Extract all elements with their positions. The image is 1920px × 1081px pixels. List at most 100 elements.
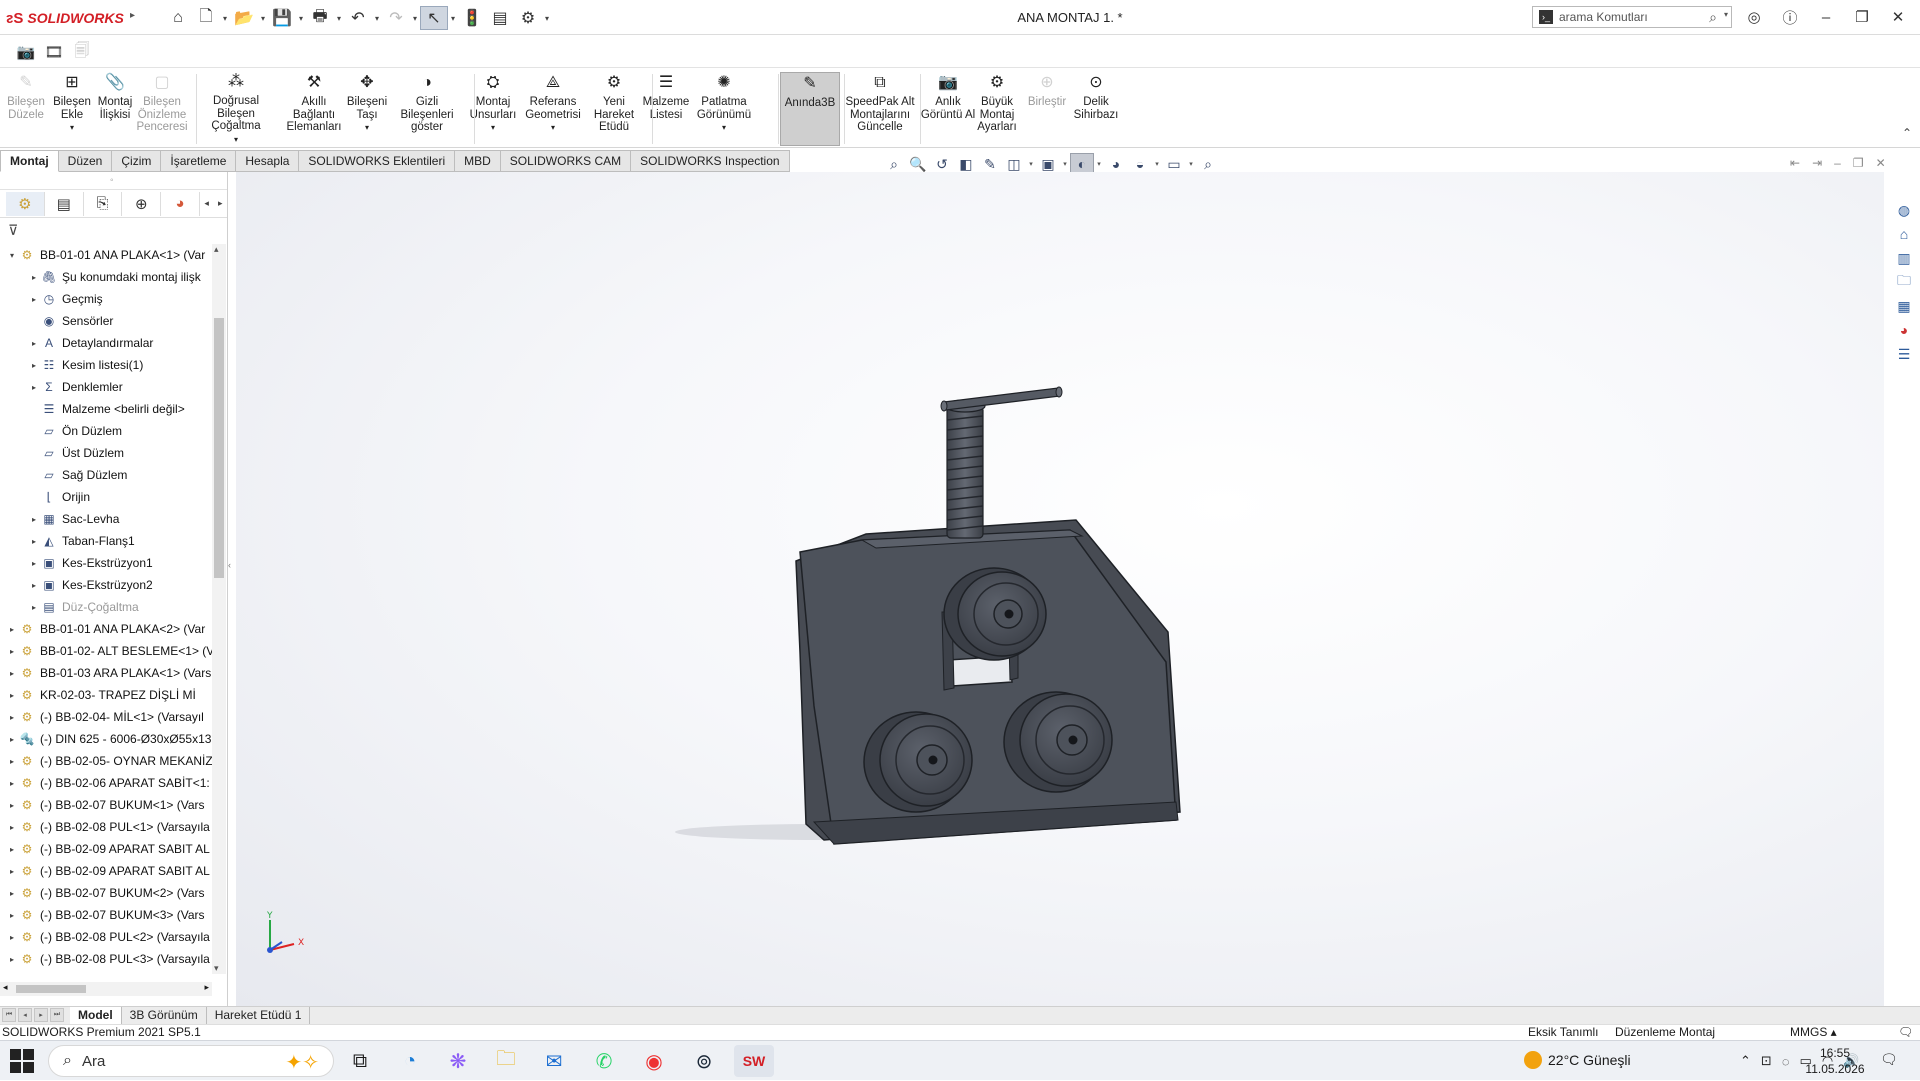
collapse-arrow-icon[interactable]: ▾ [6, 251, 18, 260]
ribbon-dropdown-icon[interactable]: ▾ [491, 122, 495, 135]
split-left-icon[interactable]: ⇤ [1790, 156, 1800, 172]
ribbon-snapshot-button[interactable]: 📷 Anlık Görüntü Al [920, 72, 976, 146]
ribbon-speedpak-button[interactable]: ⧉ SpeedPak Alt Montajlarını Güncelle [844, 72, 916, 146]
viewport-restore-icon[interactable]: ❐ [1853, 156, 1864, 172]
expand-arrow-icon[interactable]: ▸ [28, 581, 40, 590]
tree-item[interactable]: ▸ ⚙ (-) BB-02-09 APARAT SABIT AL [0, 838, 212, 860]
tree-item[interactable]: ▸ ▣ Kes-Ekstrüzyon1 [0, 552, 212, 574]
scroll-right-icon[interactable]: ▸ [204, 982, 209, 993]
tree-item[interactable]: ▸ 🔩 (-) DIN 625 - 6006-Ø30xØ55x13 [0, 728, 212, 750]
dimxpert-tab-icon[interactable]: ⊕ [122, 191, 162, 216]
chrome-icon[interactable]: ◉ [634, 1045, 674, 1077]
ribbon-combine-button[interactable]: ⊕ Birleştir [1026, 72, 1068, 146]
tab-3[interactable]: İşaretleme [161, 150, 237, 172]
expand-arrow-icon[interactable]: ▸ [28, 603, 40, 612]
first-tab-icon[interactable]: ⏮ [2, 1007, 16, 1022]
tab-7[interactable]: SOLIDWORKS CAM [500, 150, 632, 172]
capture-icon[interactable]: 🎞 [42, 41, 66, 63]
ribbon-dropdown-icon[interactable]: ▾ [722, 122, 726, 135]
ribbon-show-hidden-button[interactable]: ◑ Gizli Bileşenleri göster [400, 72, 453, 146]
steam-icon[interactable]: ⊚ [684, 1045, 724, 1077]
solidworks-app-icon[interactable]: SW [734, 1045, 774, 1077]
units-selector[interactable]: MMGS ▴ [1790, 1025, 1837, 1040]
tab-8[interactable]: SOLIDWORKS Inspection [631, 150, 790, 172]
tree-item[interactable]: ▸ ☷ Kesim listesi(1) [0, 354, 212, 376]
tree-item[interactable]: ▱ Ön Düzlem [0, 420, 212, 442]
tab-5[interactable]: SOLIDWORKS Eklentileri [299, 150, 456, 172]
expand-arrow-icon[interactable]: ▸ [28, 295, 40, 304]
tree-item[interactable]: ▸ ⚙ (-) BB-02-07 BUKUM<1> (Vars [0, 794, 212, 816]
ribbon-assembly-features-button[interactable]: ⛭ Montaj Unsurları ▾ [468, 72, 518, 146]
expand-arrow-icon[interactable]: ▸ [6, 867, 18, 876]
feature-manager-tab-icon[interactable]: ⚙ [6, 191, 45, 216]
tree-item[interactable]: ▸ ▣ Kes-Ekstrüzyon2 [0, 574, 212, 596]
expand-arrow-icon[interactable]: ▸ [28, 361, 40, 370]
tab-1[interactable]: Düzen [58, 150, 113, 172]
model-tab-1[interactable]: 3B Görünüm [122, 1006, 207, 1025]
viewport-close-icon[interactable]: ✕ [1876, 156, 1886, 172]
configuration-manager-tab-icon[interactable]: ⎘ [84, 191, 123, 216]
expand-arrow-icon[interactable]: ▸ [28, 273, 40, 282]
tree-item[interactable]: ▸ ⚙ (-) BB-02-08 PUL<3> (Varsayıla [0, 948, 212, 970]
view-palette-icon[interactable]: ▦ [1892, 296, 1916, 316]
file-explorer-icon[interactable]: ▥ [1892, 248, 1916, 268]
design-library-icon[interactable]: ⌂ [1892, 224, 1916, 244]
graphics-area[interactable]: Y X [236, 172, 1884, 1006]
expand-arrow-icon[interactable]: ▸ [6, 911, 18, 920]
expand-arrow-icon[interactable]: ▸ [6, 779, 18, 788]
close-icon[interactable]: ✕ [1884, 4, 1912, 30]
expand-arrow-icon[interactable]: ▸ [28, 537, 40, 546]
tree-item[interactable]: ▸🔩(-) DIN 933 M8 x 35<1> (DIN 9 [0, 970, 212, 974]
tree-item[interactable]: ▸ ▦ Sac-Levha [0, 508, 212, 530]
tree-item[interactable]: ▸ ⚙ (-) BB-02-08 PUL<2> (Varsayıla [0, 926, 212, 948]
tabs-left-arrow-icon[interactable]: ◂ [200, 198, 214, 209]
tree-item[interactable]: ▸ A Detaylandırmalar [0, 332, 212, 354]
tree-item[interactable]: ▸ ⚙ (-) BB-02-09 APARAT SABIT AL [0, 860, 212, 882]
folder-icon[interactable]: 🗀 [1892, 272, 1916, 292]
tree-item[interactable]: ▸ ◭ Taban-Flanş1 [0, 530, 212, 552]
tree-item[interactable]: ▸ ⚙ BB-01-02- ALT BESLEME<1> (V [0, 640, 212, 662]
help-icon[interactable]: ⓘ [1776, 4, 1804, 30]
search-icon[interactable]: ⌕ [1709, 9, 1717, 26]
tree-item[interactable]: ▸ Σ Denklemler [0, 376, 212, 398]
expand-arrow-icon[interactable]: ▸ [6, 647, 18, 656]
tree-item[interactable]: ▸ ⚙ BB-01-03 ARA PLAKA<1> (Vars [0, 662, 212, 684]
expand-arrow-icon[interactable]: ▸ [6, 801, 18, 810]
ribbon-dropdown-icon[interactable]: ▾ [365, 122, 369, 135]
tree-item[interactable]: ▾ ⚙ BB-01-01 ANA PLAKA<1> (Var [0, 244, 212, 266]
viewport-minimize-icon[interactable]: – [1834, 156, 1841, 172]
next-tab-icon[interactable]: ▸ [34, 1007, 48, 1022]
tree-item[interactable]: ▱ Üst Düzlem [0, 442, 212, 464]
scroll-up-icon[interactable]: ▴ [214, 244, 219, 255]
ribbon-edit-component-button[interactable]: ✎ Bileşen Düzele [4, 72, 48, 146]
ribbon-smart-fasteners-button[interactable]: ⚒ Akıllı Bağlantı Elemanları [287, 72, 342, 146]
expand-arrow-icon[interactable]: ▸ [6, 955, 18, 964]
ribbon-mate-button[interactable]: 📎 Montaj İlişkisi [94, 72, 136, 146]
expand-arrow-icon[interactable]: ▸ [28, 339, 40, 348]
ribbon-large-assembly-button[interactable]: ⚙ Büyük Montaj Ayarları [972, 72, 1022, 146]
drag-handle-icon[interactable]: ◦ [110, 175, 114, 186]
ribbon-instant3d-button[interactable]: ✎ Anında3B [780, 72, 840, 146]
tab-4[interactable]: Hesapla [236, 150, 300, 172]
last-tab-icon[interactable]: ⏭ [50, 1007, 64, 1022]
filter-icon[interactable]: ⊽ [0, 218, 227, 242]
clock[interactable]: 16:55 11.05.2026 [1800, 1045, 1870, 1077]
property-manager-tab-icon[interactable]: ▤ [45, 191, 84, 216]
tree-item[interactable]: ▸ ⚙ (-) BB-02-07 BUKUM<2> (Vars [0, 882, 212, 904]
panel-splitter-handle[interactable]: ‹ [228, 560, 236, 590]
start-button-icon[interactable] [10, 1049, 34, 1073]
expand-arrow-icon[interactable]: ▸ [6, 669, 18, 678]
edge-browser-icon[interactable]: ◔ [390, 1045, 430, 1077]
expand-arrow-icon[interactable]: ▸ [6, 823, 18, 832]
ribbon-component-preview-button[interactable]: ▢ Bileşen Önizleme Penceresi [136, 72, 187, 146]
tray-expand-icon[interactable]: ⌃ [1740, 1053, 1751, 1069]
ribbon-exploded-view-button[interactable]: ✺ Patlatma Görünümü ▾ [694, 72, 754, 146]
tree-vertical-scrollbar[interactable]: ▴ ▾ [212, 244, 226, 974]
tree-item[interactable]: ☰ Malzeme <belirli değil> [0, 398, 212, 420]
ribbon-bill-of-materials-button[interactable]: ☰ Malzeme Listesi [640, 72, 692, 146]
ribbon-linear-pattern-button[interactable]: ⁂ Doğrusal Bileşen Çoğaltma ▾ [196, 72, 276, 146]
collapse-ribbon-icon[interactable]: ⌃ [1902, 126, 1912, 140]
ribbon-move-component-button[interactable]: ✥ Bileşeni Taşı ▾ [346, 72, 388, 146]
expand-arrow-icon[interactable]: ▸ [28, 515, 40, 524]
model-tab-0[interactable]: Model [70, 1006, 122, 1025]
